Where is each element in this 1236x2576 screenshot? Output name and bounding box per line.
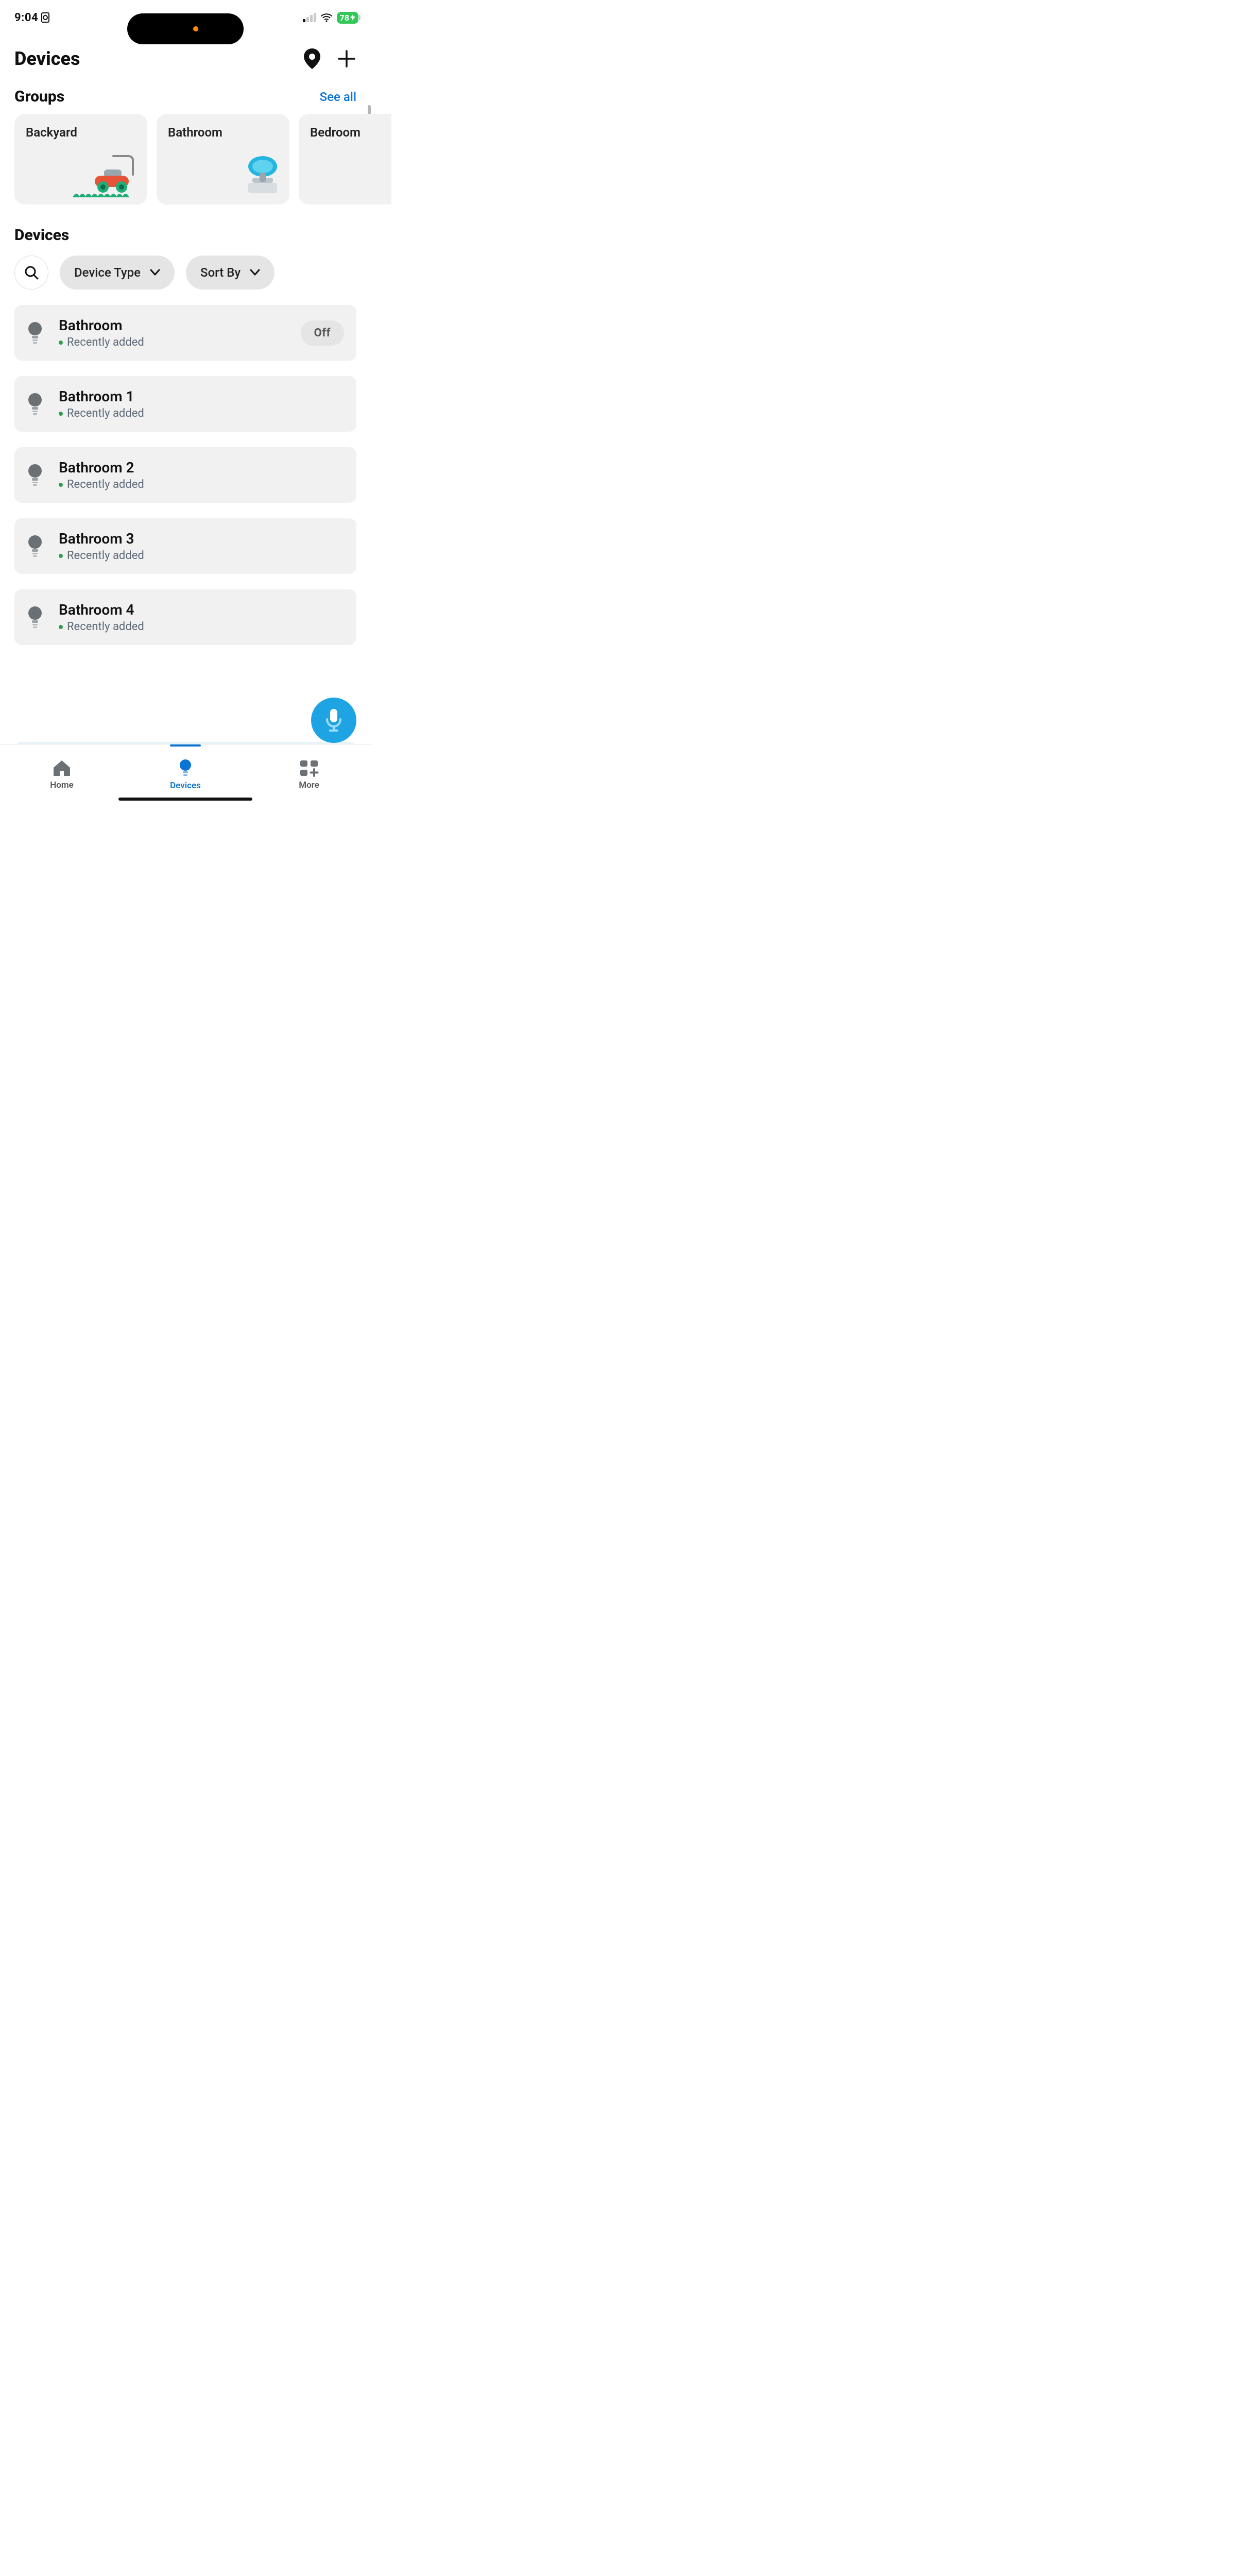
nav-more[interactable]: More <box>247 744 371 805</box>
island-indicator-dot-icon <box>193 26 198 31</box>
device-name: Bathroom 2 <box>59 459 344 476</box>
group-card-backyard[interactable]: Backyard <box>14 114 147 205</box>
device-status-row: Recently added <box>59 549 344 562</box>
device-item[interactable]: Bathroom 1 Recently added <box>14 376 356 432</box>
see-all-link[interactable]: See all <box>320 90 356 104</box>
device-item[interactable]: Bathroom 4 Recently added <box>14 589 356 645</box>
home-icon <box>53 759 71 777</box>
filter-row: Device Type Sort By <box>0 256 371 305</box>
page-title: Devices <box>14 48 80 70</box>
lawnmower-icon <box>73 155 140 199</box>
group-name: Bathroom <box>168 125 278 140</box>
status-dot-icon <box>59 412 63 416</box>
home-indicator <box>118 798 252 801</box>
microphone-icon <box>324 708 344 733</box>
status-dot-icon <box>59 483 63 487</box>
nav-devices[interactable]: Devices <box>124 744 247 805</box>
device-status: Recently added <box>67 478 144 491</box>
status-dot-icon <box>59 554 63 558</box>
status-bar: 9:04 78 <box>0 0 371 28</box>
chevron-down-icon <box>250 269 260 276</box>
device-text: Bathroom Recently added <box>59 317 285 349</box>
device-status-row: Recently added <box>59 336 285 349</box>
status-time: 9:04 <box>14 11 38 24</box>
more-grid-icon <box>299 759 319 777</box>
device-type-filter[interactable]: Device Type <box>60 256 175 290</box>
device-status: Recently added <box>67 620 144 633</box>
device-name: Bathroom <box>59 317 285 334</box>
device-list: Bathroom Recently added Off Bathroom 1 R… <box>0 305 371 645</box>
groups-title: Groups <box>14 88 64 106</box>
nav-label: Devices <box>170 781 201 791</box>
device-name: Bathroom 4 <box>59 601 344 618</box>
group-name: Backyard <box>26 125 136 140</box>
device-text: Bathroom 4 Recently added <box>59 601 344 633</box>
add-button[interactable] <box>337 49 356 69</box>
voice-assistant-button[interactable] <box>311 698 356 743</box>
device-status: Recently added <box>67 407 144 420</box>
device-status-row: Recently added <box>59 620 344 633</box>
lightbulb-icon <box>27 606 43 629</box>
devices-title: Devices <box>0 216 371 256</box>
chip-label: Sort By <box>200 265 241 280</box>
search-button[interactable] <box>14 256 48 290</box>
device-status: Recently added <box>67 336 144 349</box>
dynamic-island <box>127 13 244 44</box>
nav-home[interactable]: Home <box>0 744 124 805</box>
status-dot-icon <box>59 625 63 629</box>
nav-label: More <box>299 780 319 790</box>
group-card-bathroom[interactable]: Bathroom <box>157 114 289 205</box>
lightbulb-icon <box>27 321 43 344</box>
lightbulb-icon <box>178 759 193 777</box>
lightbulb-icon <box>27 464 43 486</box>
device-text: Bathroom 2 Recently added <box>59 459 344 491</box>
header-actions <box>302 47 356 70</box>
device-status: Recently added <box>67 549 144 562</box>
device-status-row: Recently added <box>59 407 344 420</box>
status-time-block: 9:04 <box>14 11 49 24</box>
device-item[interactable]: Bathroom 3 Recently added <box>14 518 356 574</box>
status-dot-icon <box>59 341 63 345</box>
cellular-signal-icon <box>303 13 316 22</box>
device-item[interactable]: Bathroom Recently added Off <box>14 305 356 361</box>
device-name: Bathroom 1 <box>59 388 344 405</box>
nav-label: Home <box>50 780 74 790</box>
portrait-lock-icon <box>41 12 49 23</box>
group-name: Bedroom <box>310 125 391 140</box>
chip-label: Device Type <box>74 265 141 280</box>
device-text: Bathroom 1 Recently added <box>59 388 344 420</box>
wifi-icon <box>320 11 333 24</box>
power-toggle[interactable]: Off <box>301 320 344 346</box>
chevron-down-icon <box>150 269 160 276</box>
group-card-bedroom[interactable]: Bedroom <box>299 114 391 205</box>
groups-carousel[interactable]: Backyard Bathroom Bedroom <box>0 114 391 205</box>
device-name: Bathroom 3 <box>59 530 344 547</box>
bottom-nav: Home Devices More <box>0 744 371 805</box>
sort-by-filter[interactable]: Sort By <box>186 256 274 290</box>
charging-bolt-icon <box>350 14 355 21</box>
groups-section-header: Groups See all <box>0 75 371 114</box>
battery-percent: 78 <box>340 13 349 23</box>
search-icon <box>24 265 39 280</box>
device-item[interactable]: Bathroom 2 Recently added <box>14 447 356 503</box>
toilet-icon <box>241 155 282 199</box>
lightbulb-icon <box>27 393 43 415</box>
device-text: Bathroom 3 Recently added <box>59 530 344 562</box>
location-pin-button[interactable] <box>302 47 322 70</box>
devices-section: Devices Device Type Sort By Bathroom Rec… <box>0 205 371 645</box>
lightbulb-icon <box>27 535 43 557</box>
battery-indicator: 78 <box>337 12 358 24</box>
status-right: 78 <box>303 11 358 24</box>
device-status-row: Recently added <box>59 478 344 491</box>
